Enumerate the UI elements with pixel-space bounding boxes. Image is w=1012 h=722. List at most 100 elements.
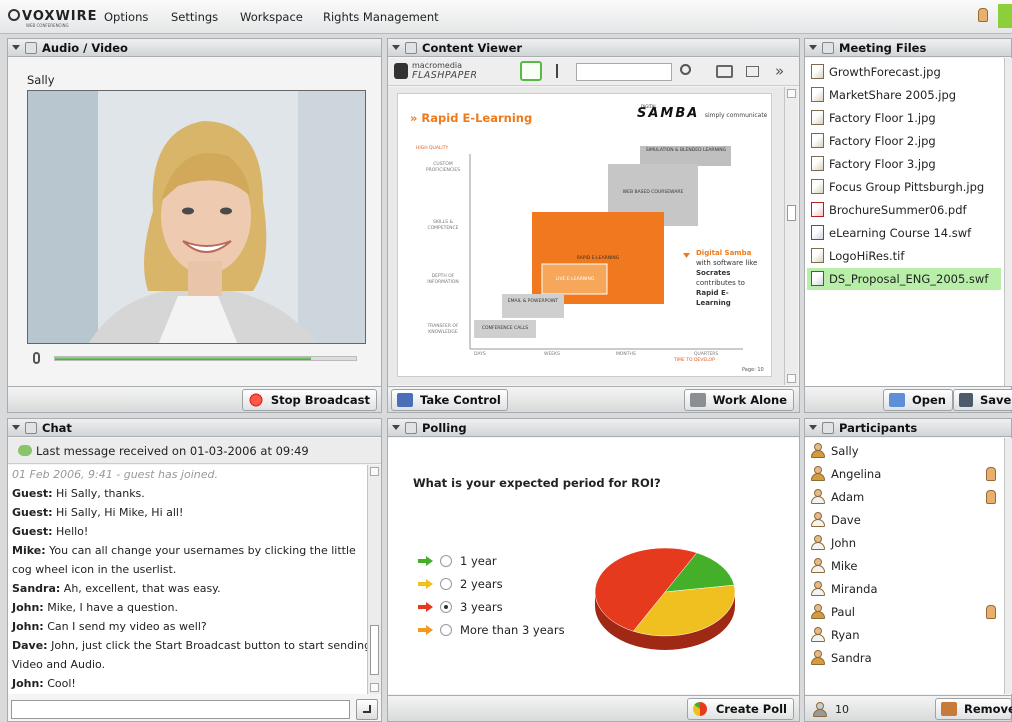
participant-item[interactable]: Sally bbox=[811, 440, 859, 462]
take-control-button[interactable]: Take Control bbox=[391, 389, 508, 411]
search-field[interactable] bbox=[576, 63, 672, 81]
participant-item[interactable]: Dave bbox=[811, 509, 861, 531]
y-label-high-quality: HIGH QUALITY bbox=[416, 146, 449, 151]
participant-item[interactable]: Adam bbox=[811, 486, 864, 508]
panel-settings-icon[interactable] bbox=[405, 422, 417, 434]
collapse-triangle-icon[interactable] bbox=[12, 425, 20, 430]
work-alone-button[interactable]: Work Alone bbox=[683, 389, 794, 411]
x-axis-subtitle: TIME TO DEVELOP bbox=[674, 358, 715, 363]
file-item[interactable]: BrochureSummer06.pdf bbox=[811, 200, 967, 220]
participant-item[interactable]: Mike bbox=[811, 555, 857, 577]
remove-button[interactable]: Remove bbox=[935, 698, 1012, 720]
participant-item[interactable]: Ryan bbox=[811, 624, 860, 646]
file-item[interactable]: Factory Floor 3.jpg bbox=[811, 154, 936, 174]
collapse-triangle-icon[interactable] bbox=[392, 45, 400, 50]
scroll-down-arrow-icon[interactable] bbox=[787, 374, 796, 383]
chat-panel: Chat Last message received on 01-03-2006… bbox=[7, 418, 382, 722]
save-disk-icon bbox=[959, 393, 973, 407]
video-user-name: Sally bbox=[27, 73, 55, 87]
user-icon bbox=[811, 650, 825, 665]
file-item[interactable]: MarketShare 2005.jpg bbox=[811, 85, 956, 105]
hand-tool-icon[interactable] bbox=[520, 61, 542, 81]
user-icon bbox=[811, 535, 825, 550]
chat-status-text: Last message received on 01-03-2006 at 0… bbox=[36, 444, 309, 458]
chat-input[interactable] bbox=[11, 700, 350, 719]
participant-item[interactable]: Sandra bbox=[811, 647, 872, 669]
file-item[interactable]: eLearning Course 14.swf bbox=[811, 223, 971, 243]
file-list-scrollbar[interactable] bbox=[1004, 58, 1012, 386]
collapse-triangle-icon[interactable] bbox=[12, 45, 20, 50]
scroll-up-arrow-icon[interactable] bbox=[787, 89, 796, 98]
audio-video-footer: Stop Broadcast bbox=[8, 386, 381, 412]
radio-button[interactable] bbox=[440, 624, 452, 636]
radio-button-selected[interactable] bbox=[440, 601, 452, 613]
view-mode-icon[interactable] bbox=[746, 66, 759, 77]
scroll-down-arrow-icon[interactable] bbox=[370, 683, 379, 692]
poll-option[interactable]: 3 years bbox=[418, 597, 503, 617]
image-file-icon bbox=[811, 248, 824, 263]
open-button[interactable]: Open bbox=[883, 389, 953, 411]
panel-title: Chat bbox=[42, 421, 72, 435]
participant-list-scrollbar[interactable] bbox=[1004, 438, 1012, 694]
file-item[interactable]: Focus Group Pittsburgh.jpg bbox=[811, 177, 984, 197]
poll-option[interactable]: 2 years bbox=[418, 574, 503, 594]
image-file-icon bbox=[811, 110, 824, 125]
document-scrollbar[interactable] bbox=[784, 87, 798, 385]
chat-scrollbar[interactable] bbox=[367, 465, 381, 694]
x-label-months: MONTHS bbox=[616, 352, 636, 357]
create-poll-icon bbox=[692, 702, 707, 716]
user-icon bbox=[811, 627, 825, 642]
stop-broadcast-button[interactable]: Stop Broadcast bbox=[241, 389, 377, 411]
save-button[interactable]: Save bbox=[953, 389, 1012, 411]
collapse-triangle-icon[interactable] bbox=[809, 425, 817, 430]
panel-settings-icon[interactable] bbox=[822, 422, 834, 434]
user-icon bbox=[811, 443, 825, 458]
panel-title: Polling bbox=[422, 421, 467, 435]
file-list: GrowthForecast.jpg MarketShare 2005.jpg … bbox=[805, 58, 1005, 386]
panel-title: Audio / Video bbox=[42, 41, 128, 55]
participant-item[interactable]: Miranda bbox=[811, 578, 878, 600]
status-indicator bbox=[998, 4, 1012, 28]
open-folder-icon bbox=[889, 393, 905, 407]
file-item[interactable]: Factory Floor 2.jpg bbox=[811, 131, 936, 151]
menu-options[interactable]: Options bbox=[104, 10, 148, 24]
polling-header: Polling bbox=[388, 419, 799, 437]
panel-settings-icon[interactable] bbox=[822, 42, 834, 54]
participant-item[interactable]: Paul bbox=[811, 601, 855, 623]
file-item[interactable]: GrowthForecast.jpg bbox=[811, 62, 941, 82]
menu-rights-management[interactable]: Rights Management bbox=[323, 10, 439, 24]
menu-workspace[interactable]: Workspace bbox=[240, 10, 303, 24]
radio-button[interactable] bbox=[440, 578, 452, 590]
box-rapid-elearning: RAPID E-LEARNING bbox=[576, 256, 620, 261]
scroll-thumb[interactable] bbox=[787, 205, 796, 221]
file-item[interactable]: DS_Proposal_ENG_2005.swf bbox=[811, 269, 988, 289]
file-item[interactable]: Factory Floor 1.jpg bbox=[811, 108, 936, 128]
participant-item[interactable]: John bbox=[811, 532, 856, 554]
poll-pie-chart bbox=[594, 547, 736, 650]
panel-settings-icon[interactable] bbox=[405, 42, 417, 54]
poll-option[interactable]: More than 3 years bbox=[418, 620, 565, 640]
print-icon[interactable] bbox=[716, 65, 733, 78]
toolbar-more-icon[interactable]: » bbox=[775, 62, 784, 80]
participant-item[interactable]: Angelina bbox=[811, 463, 881, 485]
chat-log: 01 Feb 2006, 9:41 - guest has joined. Gu… bbox=[8, 465, 367, 694]
collapse-triangle-icon[interactable] bbox=[809, 45, 817, 50]
menu-settings[interactable]: Settings bbox=[171, 10, 218, 24]
raise-hand-icon[interactable] bbox=[978, 8, 988, 22]
slide-page: » Rapid E-Learning DIGITAL SAMBA simply … bbox=[397, 93, 772, 377]
panel-settings-icon[interactable] bbox=[25, 42, 37, 54]
volume-meter bbox=[54, 356, 357, 361]
create-poll-button[interactable]: Create Poll bbox=[686, 698, 794, 720]
scroll-up-arrow-icon[interactable] bbox=[370, 467, 379, 476]
radio-button[interactable] bbox=[440, 555, 452, 567]
scroll-thumb[interactable] bbox=[370, 625, 379, 675]
send-button[interactable] bbox=[356, 699, 378, 720]
work-alone-icon bbox=[689, 393, 706, 407]
search-icon[interactable] bbox=[680, 64, 691, 75]
collapse-triangle-icon[interactable] bbox=[392, 425, 400, 430]
poll-option[interactable]: 1 year bbox=[418, 551, 497, 571]
file-item[interactable]: LogoHiRes.tif bbox=[811, 246, 904, 266]
text-select-icon[interactable] bbox=[556, 64, 558, 78]
green-arrow-icon bbox=[418, 556, 434, 566]
panel-settings-icon[interactable] bbox=[25, 422, 37, 434]
